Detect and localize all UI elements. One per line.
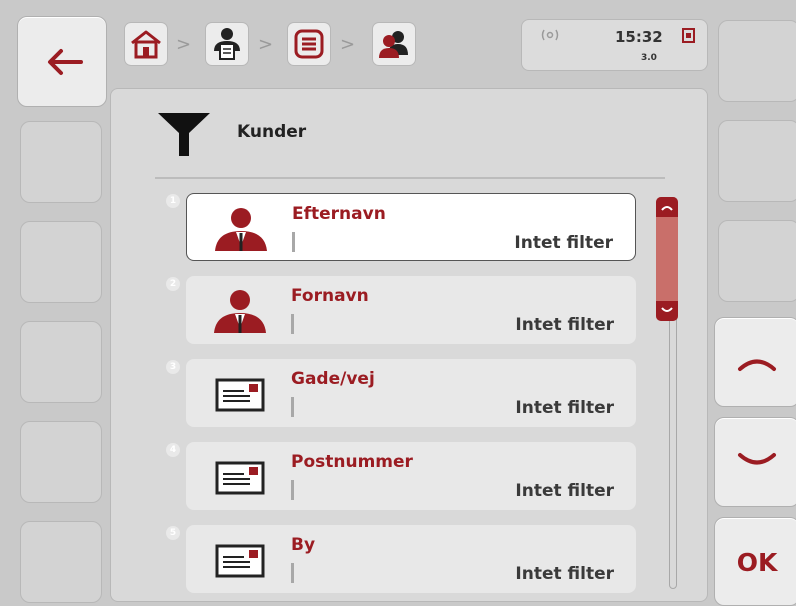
home-icon [131, 30, 161, 59]
breadcrumb-separator: > [258, 34, 274, 55]
breadcrumb-separator: > [340, 34, 356, 55]
chevron-down-icon [661, 307, 673, 312]
softkey-right-1[interactable] [718, 20, 796, 102]
scrollbar-thumb[interactable] [656, 197, 678, 321]
text-field-icon [215, 461, 265, 495]
scroll-up-button[interactable] [714, 317, 796, 407]
row-title: Gade/vej [291, 369, 375, 389]
row-number: 1 [166, 194, 180, 208]
status-box: 15:32 3.0 [521, 19, 708, 71]
row-value: Intet filter [514, 233, 613, 253]
softkey-left-4[interactable] [20, 321, 102, 403]
softkey-left-2[interactable] [20, 121, 102, 203]
breadcrumb-separator: > [176, 34, 192, 55]
list-item[interactable]: Fornavn Intet filter [186, 276, 636, 344]
chevron-up-icon [661, 206, 673, 211]
ok-label: OK [736, 548, 778, 577]
scrollbar-thumb-top-cap [656, 197, 678, 217]
row-number: 2 [166, 277, 180, 291]
status-version: 3.0 [641, 53, 657, 63]
input-cursor [291, 563, 294, 583]
status-time: 15:32 [615, 28, 663, 46]
list-item[interactable]: Postnummer Intet filter [186, 442, 636, 510]
row-title: Efternavn [292, 204, 386, 224]
memory-card-icon [682, 28, 695, 43]
row-value: Intet filter [515, 564, 614, 584]
input-cursor [291, 480, 294, 500]
softkey-right-3[interactable] [718, 220, 796, 302]
ok-button[interactable]: OK [714, 517, 796, 606]
row-number: 5 [166, 526, 180, 540]
softkey-left-6[interactable] [20, 521, 102, 603]
row-number: 3 [166, 360, 180, 374]
input-cursor [291, 397, 294, 417]
input-cursor [292, 232, 295, 252]
input-cursor [291, 314, 294, 334]
breadcrumb-menu[interactable] [287, 22, 331, 66]
person-icon [214, 290, 266, 333]
page-title: Kunder [237, 122, 307, 142]
row-title: Postnummer [291, 452, 413, 472]
chevron-up-icon [738, 359, 776, 371]
row-title: By [291, 535, 316, 555]
row-number: 4 [166, 443, 180, 457]
scrollbar-thumb-bottom-cap [656, 301, 678, 321]
antenna-icon [541, 29, 559, 41]
terminal-user-icon [214, 28, 240, 60]
arrow-left-icon [48, 49, 83, 75]
row-value: Intet filter [515, 315, 614, 335]
text-field-icon [215, 378, 265, 412]
customers-icon [379, 31, 408, 58]
row-value: Intet filter [515, 398, 614, 418]
filter-funnel-icon [158, 113, 210, 156]
softkey-right-2[interactable] [718, 120, 796, 202]
text-field-icon [215, 544, 265, 578]
breadcrumb-terminal[interactable] [205, 22, 249, 66]
person-icon [215, 208, 267, 251]
list-item[interactable]: Gade/vej Intet filter [186, 359, 636, 427]
row-title: Fornavn [291, 286, 369, 306]
scroll-down-button[interactable] [714, 417, 796, 507]
softkey-left-5[interactable] [20, 421, 102, 503]
header-divider [155, 177, 665, 179]
back-button[interactable] [17, 16, 107, 107]
row-value: Intet filter [515, 481, 614, 501]
list-item[interactable]: By Intet filter [186, 525, 636, 593]
chevron-down-icon [738, 453, 776, 465]
breadcrumb-home[interactable] [124, 22, 168, 66]
list-item[interactable]: Efternavn Intet filter [186, 193, 636, 261]
softkey-left-3[interactable] [20, 221, 102, 303]
list-menu-icon [294, 29, 324, 59]
breadcrumb-customers[interactable] [372, 22, 416, 66]
